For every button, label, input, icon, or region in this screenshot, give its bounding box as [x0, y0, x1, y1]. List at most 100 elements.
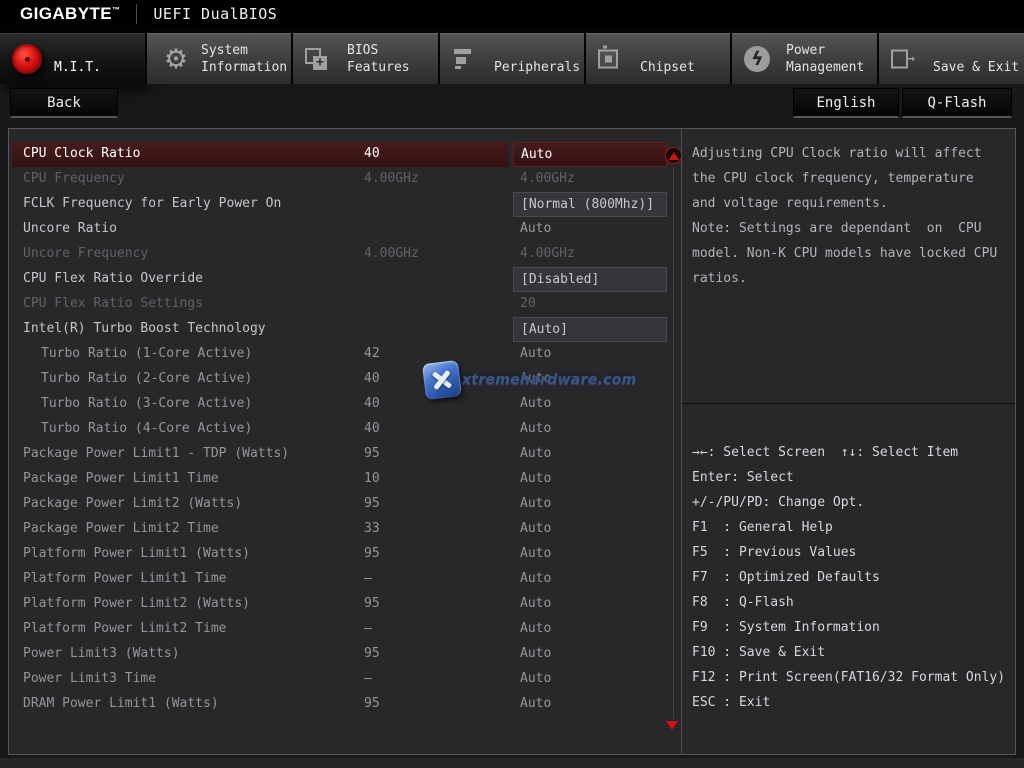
setting-row[interactable]: FCLK Frequency for Early Power On [Norma… — [10, 192, 682, 217]
setting-option-value: [Normal (800Mhz)] — [513, 192, 667, 217]
tab-chipset[interactable]: Chipset — [586, 33, 730, 84]
gigabyte-logo: GIGABYTE™ — [20, 4, 120, 24]
tab-label: Save & Exit — [933, 59, 1019, 76]
setting-row[interactable]: Turbo Ratio (3-Core Active) 40 Auto — [10, 392, 682, 417]
setting-label: CPU Clock Ratio — [23, 146, 140, 161]
setting-label: Package Power Limit1 Time — [23, 471, 219, 486]
setting-current-value: 95 — [364, 496, 380, 511]
setting-row[interactable]: Uncore Frequency 4.00GHz 4.00GHz — [10, 242, 682, 267]
setting-row[interactable]: Turbo Ratio (4-Core Active) 40 Auto — [10, 417, 682, 442]
setting-current-value: 4.00GHz — [364, 246, 419, 261]
setting-option-value: Auto — [513, 367, 667, 392]
setting-row[interactable]: CPU Clock Ratio 40 Auto — [10, 142, 682, 167]
text-line: and voltage requirements. — [692, 191, 1011, 216]
setting-option-value: Auto — [513, 442, 667, 467]
scroll-down-indicator[interactable] — [666, 721, 678, 730]
setting-label: DRAM Power Limit1 (Watts) — [23, 696, 219, 711]
setting-current-value: 4.00GHz — [364, 171, 419, 186]
setting-row[interactable]: CPU Flex Ratio Settings 20 — [10, 292, 682, 317]
setting-row[interactable]: Platform Power Limit1 Time – Auto — [10, 567, 682, 592]
setting-row[interactable]: CPU Frequency 4.00GHz 4.00GHz — [10, 167, 682, 192]
setting-row[interactable]: Power Limit3 Time – Auto — [10, 667, 682, 692]
setting-label: Platform Power Limit2 Time — [23, 621, 227, 636]
tab-label: M.I.T. — [54, 59, 101, 76]
setting-label: Platform Power Limit1 (Watts) — [23, 546, 250, 561]
setting-label: Platform Power Limit2 (Watts) — [23, 596, 250, 611]
setting-label: Intel(R) Turbo Boost Technology — [23, 321, 266, 336]
setting-row[interactable]: Power Limit3 (Watts) 95 Auto — [10, 642, 682, 667]
setting-current-value: 40 — [364, 371, 380, 386]
setting-label: Package Power Limit2 Time — [23, 521, 219, 536]
help-panel: Adjusting CPU Clock ratio will affectthe… — [681, 129, 1015, 754]
setting-label: Power Limit3 Time — [23, 671, 156, 686]
setting-row[interactable]: Turbo Ratio (1-Core Active) 42 Auto — [10, 342, 682, 367]
setting-row[interactable]: Intel(R) Turbo Boost Technology [Auto] — [10, 317, 682, 342]
setting-option-value: Auto — [513, 392, 667, 417]
setting-option-value: 4.00GHz — [513, 167, 667, 192]
text-line: F1 : General Help — [692, 515, 1013, 540]
setting-current-value: 95 — [364, 596, 380, 611]
language-button[interactable]: English — [793, 88, 899, 118]
setting-option-value: 20 — [513, 292, 667, 317]
setting-row[interactable]: DRAM Power Limit1 (Watts) 95 Auto — [10, 692, 682, 717]
setting-row[interactable]: Uncore Ratio Auto — [10, 217, 682, 242]
setting-row[interactable]: Package Power Limit2 (Watts) 95 Auto — [10, 492, 682, 517]
setting-current-value: – — [364, 671, 372, 686]
text-line: F9 : System Information — [692, 615, 1013, 640]
bios-icon — [305, 48, 327, 70]
scrollbar-track[interactable] — [673, 167, 674, 719]
tab-save-exit[interactable]: Save & Exit — [879, 33, 1024, 84]
brand-text: GIGABYTE — [20, 4, 112, 23]
setting-row[interactable]: Platform Power Limit2 Time – Auto — [10, 617, 682, 642]
setting-option-value: Auto — [513, 342, 667, 367]
setting-option-value: Auto — [513, 542, 667, 567]
exit-icon — [891, 50, 908, 69]
setting-label: CPU Flex Ratio Override — [23, 271, 203, 286]
text-line: Enter: Select — [692, 465, 1013, 490]
tab-bios-features[interactable]: BIOS Features — [293, 33, 438, 84]
setting-option-value: Auto — [513, 642, 667, 667]
tab-m-i-t[interactable]: M.I.T. — [0, 33, 145, 84]
setting-label: CPU Flex Ratio Settings — [23, 296, 203, 311]
setting-current-value: 40 — [364, 396, 380, 411]
setting-label: Platform Power Limit1 Time — [23, 571, 227, 586]
tab-system-information[interactable]: System Information — [147, 33, 291, 84]
setting-current-value: 95 — [364, 696, 380, 711]
text-line: Adjusting CPU Clock ratio will affect — [692, 141, 1011, 166]
back-button[interactable]: Back — [10, 88, 118, 118]
mit-target-icon — [12, 44, 42, 74]
peripherals-icon — [452, 48, 474, 70]
text-line: the CPU clock frequency, temperature — [692, 166, 1011, 191]
setting-option-value: 4.00GHz — [513, 242, 667, 267]
setting-current-value: 95 — [364, 646, 380, 661]
text-line: +/-/PU/PD: Change Opt. — [692, 490, 1013, 515]
key-legend: →←: Select Screen ↑↓: Select ItemEnter: … — [692, 440, 1013, 715]
setting-row[interactable]: Turbo Ratio (2-Core Active) 40 Auto — [10, 367, 682, 392]
help-panel-divider — [682, 403, 1015, 404]
setting-row[interactable]: CPU Flex Ratio Override [Disabled] — [10, 267, 682, 292]
setting-option-value: Auto — [513, 667, 667, 692]
tab-power-management[interactable]: Power Management — [732, 33, 877, 84]
setting-row[interactable]: Platform Power Limit2 (Watts) 95 Auto — [10, 592, 682, 617]
bottom-strip — [0, 758, 1024, 768]
setting-row[interactable]: Package Power Limit2 Time 33 Auto — [10, 517, 682, 542]
setting-label: Turbo Ratio (2-Core Active) — [41, 371, 252, 386]
tab-peripherals[interactable]: Peripherals — [440, 33, 584, 84]
chipset-icon — [598, 50, 618, 69]
setting-option-value: Auto — [513, 617, 667, 642]
setting-label: Turbo Ratio (3-Core Active) — [41, 396, 252, 411]
text-line: →←: Select Screen ↑↓: Select Item — [692, 440, 1013, 465]
setting-label: Turbo Ratio (4-Core Active) — [41, 421, 252, 436]
setting-option-value: Auto — [513, 492, 667, 517]
tab-label: BIOS Features — [347, 42, 410, 76]
setting-row[interactable]: Platform Power Limit1 (Watts) 95 Auto — [10, 542, 682, 567]
setting-row[interactable]: Package Power Limit1 Time 10 Auto — [10, 467, 682, 492]
qflash-button[interactable]: Q-Flash — [902, 88, 1012, 118]
setting-label: Turbo Ratio (1-Core Active) — [41, 346, 252, 361]
setting-label: Package Power Limit1 - TDP (Watts) — [23, 446, 289, 461]
setting-current-value: 95 — [364, 546, 380, 561]
setting-option-value: Auto — [513, 142, 667, 167]
text-line: F8 : Q-Flash — [692, 590, 1013, 615]
scroll-up-indicator[interactable] — [665, 147, 682, 164]
setting-row[interactable]: Package Power Limit1 - TDP (Watts) 95 Au… — [10, 442, 682, 467]
